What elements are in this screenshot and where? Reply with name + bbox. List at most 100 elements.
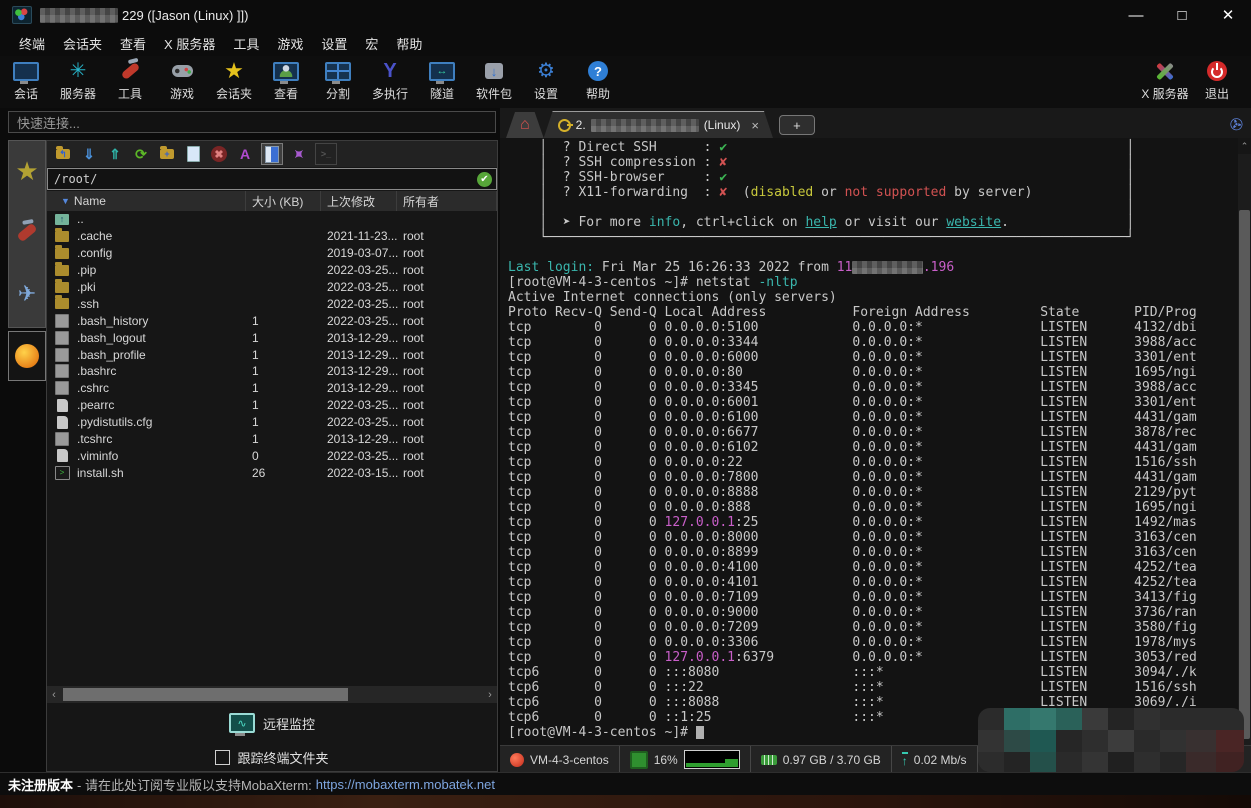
- new-file-button[interactable]: [183, 144, 203, 164]
- file-row[interactable]: .config2019-03-07...root: [47, 245, 497, 262]
- menu-item-设置[interactable]: 设置: [312, 31, 356, 56]
- toolbar-button-games[interactable]: 游戏: [156, 56, 208, 102]
- hscroll-thumb[interactable]: [63, 688, 348, 701]
- sidebar-tab-sftp[interactable]: [8, 331, 46, 381]
- terminal-scrollbar[interactable]: ⌃: [1238, 138, 1251, 745]
- refresh-button[interactable]: ⟳: [131, 144, 151, 164]
- follow-terminal-checkbox[interactable]: [215, 750, 230, 765]
- terminal-line: tcp 0 0 0.0.0.0:3345 0.0.0.0:* LISTEN 39…: [508, 380, 1236, 395]
- scroll-right-icon[interactable]: ›: [483, 689, 497, 701]
- toolbar-button-help[interactable]: ?帮助: [572, 56, 624, 102]
- file-row[interactable]: .cshrc12013-12-29...root: [47, 380, 497, 397]
- home-tab[interactable]: ⌂: [506, 112, 544, 138]
- globe-icon: [15, 344, 39, 368]
- toolbar-button-tools[interactable]: 工具: [104, 56, 156, 102]
- file-row[interactable]: .pearrc12022-03-25...root: [47, 397, 497, 414]
- toolbar-button-exit[interactable]: 退出: [1191, 56, 1243, 102]
- parent-folder-button[interactable]: ↰: [53, 144, 73, 164]
- new-tab-button[interactable]: +: [779, 115, 815, 135]
- panel-toggle-button[interactable]: [261, 143, 283, 165]
- toolbar-button-session[interactable]: 会话: [0, 56, 52, 102]
- file-row[interactable]: >install.sh262022-03-15...root: [47, 464, 497, 481]
- file-row[interactable]: .bashrc12013-12-29...root: [47, 363, 497, 380]
- file-row[interactable]: .pydistutils.cfg12022-03-25...root: [47, 414, 497, 431]
- sidebar-tab-tools[interactable]: [9, 202, 45, 263]
- file-row[interactable]: .cache2021-11-23...root: [47, 228, 497, 245]
- file-list-hscrollbar[interactable]: ‹ ›: [47, 686, 497, 703]
- upload-button[interactable]: ⇑: [105, 144, 125, 164]
- sidebar-tab-sessions[interactable]: ★: [9, 141, 45, 202]
- menu-item-工具[interactable]: 工具: [224, 31, 268, 56]
- terminal-button[interactable]: >_: [315, 143, 337, 165]
- toolbar-button-sessions-folder[interactable]: ★会话夹: [208, 56, 260, 102]
- maximize-button[interactable]: □: [1159, 0, 1205, 30]
- folder-icon: [55, 265, 69, 276]
- folder-up-icon: ↑: [55, 214, 69, 225]
- swiss-knife-icon: [16, 223, 37, 243]
- toolbar-button-multiexec[interactable]: Y多执行: [364, 56, 416, 102]
- file-row[interactable]: .pki2022-03-25...root: [47, 279, 497, 296]
- terminal-line: tcp 0 0 0.0.0.0:80 0.0.0.0:* LISTEN 1695…: [508, 365, 1236, 380]
- file-row[interactable]: .bash_history12022-03-25...root: [47, 312, 497, 329]
- terminal-screen[interactable]: │ ? Direct SSH : ✔ │ │ ? SSH compression…: [500, 138, 1251, 745]
- terminal-line: tcp 0 0 127.0.0.1:6379 0.0.0.0:* LISTEN …: [508, 650, 1236, 665]
- toolbar-button-split[interactable]: 分割: [312, 56, 364, 102]
- column-header-owner[interactable]: 所有者: [397, 191, 497, 211]
- menu-item-查看[interactable]: 查看: [111, 31, 155, 56]
- sidebar-tab-macros[interactable]: ✈: [9, 263, 45, 324]
- column-header-modified[interactable]: 上次修改: [321, 191, 397, 211]
- column-header-size[interactable]: 大小 (KB): [246, 191, 321, 211]
- terminal-line: Active Internet connections (only server…: [508, 290, 1236, 305]
- close-button[interactable]: ✕: [1205, 0, 1251, 30]
- remote-monitoring-button[interactable]: ∿ 远程监控: [47, 709, 497, 737]
- menu-item-帮助[interactable]: 帮助: [387, 31, 431, 56]
- download-button[interactable]: ⇓: [79, 144, 99, 164]
- file-row[interactable]: .ssh2022-03-25...root: [47, 295, 497, 312]
- wand-button[interactable]: ✦: [285, 140, 313, 168]
- file-row[interactable]: .pip2022-03-25...root: [47, 262, 497, 279]
- minimize-button[interactable]: —: [1113, 0, 1159, 30]
- upload-arrow-icon: ↑: [902, 752, 908, 768]
- column-header-name[interactable]: ▼Name: [47, 191, 246, 211]
- terminal-line: tcp 0 0 0.0.0.0:7109 0.0.0.0:* LISTEN 34…: [508, 590, 1236, 605]
- toolbar-button-packages[interactable]: ↓软件包: [468, 56, 520, 102]
- quick-connect-input[interactable]: 快速连接...: [8, 111, 496, 133]
- follow-terminal-folder-option[interactable]: 跟踪终端文件夹: [47, 746, 497, 768]
- delete-button[interactable]: ✖: [209, 144, 229, 164]
- menu-item-终端[interactable]: 终端: [10, 31, 54, 56]
- toolbar-button-x-server[interactable]: X 服务器: [1139, 56, 1191, 102]
- file-row[interactable]: .bash_profile12013-12-29...root: [47, 346, 497, 363]
- path-bar[interactable]: /root/ ✔: [47, 168, 497, 190]
- terminal-line: tcp 0 0 127.0.0.1:25 0.0.0.0:* LISTEN 14…: [508, 515, 1236, 530]
- tab-close-icon[interactable]: ×: [751, 118, 759, 133]
- file-row[interactable]: .viminfo02022-03-25...root: [47, 447, 497, 464]
- menu-item-会话夹[interactable]: 会话夹: [54, 31, 111, 56]
- document-icon: [57, 449, 68, 462]
- rename-button[interactable]: A: [235, 144, 255, 164]
- toolbar-button-settings[interactable]: ⚙设置: [520, 56, 572, 102]
- terminal-line: tcp 0 0 0.0.0.0:888 0.0.0.0:* LISTEN 169…: [508, 500, 1236, 515]
- terminal-line: │ ? SSH-browser : ✔ │: [508, 170, 1236, 185]
- terminal-line: tcp 0 0 0.0.0.0:4100 0.0.0.0:* LISTEN 42…: [508, 560, 1236, 575]
- mobatek-link[interactable]: https://mobaxterm.mobatek.net: [316, 777, 495, 792]
- session-tab[interactable]: 2. (Linux) ×: [544, 111, 773, 138]
- path-ok-icon[interactable]: ✔: [477, 172, 492, 187]
- pixelated-watermark: [978, 708, 1244, 772]
- toolbar-button-view[interactable]: 查看: [260, 56, 312, 102]
- file-row[interactable]: .bash_logout12013-12-29...root: [47, 329, 497, 346]
- toolbar-button-tunnel[interactable]: ↔隧道: [416, 56, 468, 102]
- file-row[interactable]: ↑..: [47, 211, 497, 228]
- paperclip-icon[interactable]: ✇: [1227, 113, 1246, 136]
- ram-usage: 0.97 GB / 3.70 GB: [783, 753, 881, 767]
- menu-item-游戏[interactable]: 游戏: [268, 31, 312, 56]
- menu-item-X 服务器[interactable]: X 服务器: [155, 31, 224, 56]
- new-folder-button[interactable]: +: [157, 144, 177, 164]
- scroll-left-icon[interactable]: ‹: [47, 689, 61, 701]
- toolbar-button-servers[interactable]: ✳服务器: [52, 56, 104, 102]
- folder-icon: [55, 298, 69, 309]
- scroll-up-icon[interactable]: ⌃: [1238, 138, 1251, 154]
- new-folder-icon: +: [160, 149, 174, 159]
- menu-item-宏[interactable]: 宏: [356, 31, 387, 56]
- vscroll-thumb[interactable]: [1239, 210, 1250, 739]
- file-row[interactable]: .tcshrc12013-12-29...root: [47, 431, 497, 448]
